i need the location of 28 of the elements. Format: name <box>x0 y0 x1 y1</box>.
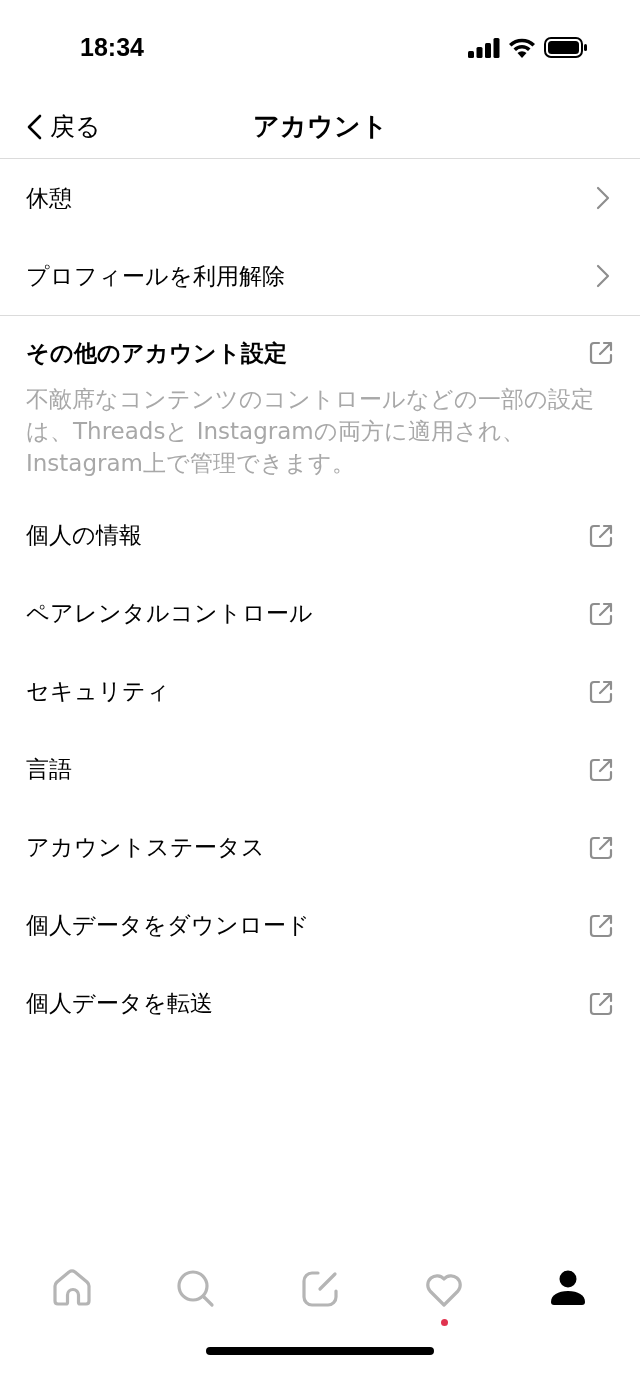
chevron-right-icon <box>596 264 610 288</box>
external-link-icon <box>588 834 614 861</box>
external-settings-row[interactable]: セキュリティ <box>0 652 640 731</box>
chevron-left-icon <box>26 113 42 140</box>
external-link-icon <box>588 678 614 705</box>
section-title: その他のアカウント設定 <box>26 339 287 368</box>
signal-icon <box>468 37 500 58</box>
external-settings-row[interactable]: ペアレンタルコントロール <box>0 574 640 653</box>
external-settings-row[interactable]: 個人データを転送 <box>0 964 640 1043</box>
chevron-right-icon <box>596 186 610 210</box>
external-link-icon <box>588 600 614 627</box>
external-link-icon <box>588 340 614 367</box>
page-title: アカウント <box>252 110 388 143</box>
external-settings-row[interactable]: 個人の情報 <box>0 496 640 575</box>
settings-row[interactable]: 休憩 <box>0 159 640 237</box>
settings-row[interactable]: プロフィールを利用解除 <box>0 237 640 315</box>
status-time: 18:34 <box>80 31 144 63</box>
external-settings-row[interactable]: アカウントステータス <box>0 808 640 887</box>
external-link-icon <box>588 522 614 549</box>
external-settings-row[interactable]: 個人データをダウンロード <box>0 886 640 965</box>
external-link-icon <box>588 990 614 1017</box>
external-link-icon <box>588 912 614 939</box>
back-button[interactable]: 戻る <box>0 107 101 146</box>
battery-icon <box>544 37 588 58</box>
section-description: 不敵席なコンテンツのコントロールなどの一部の設定は、Threadsと Instagramの両方に適用され、Instagram上で管理できます。 <box>25 384 595 478</box>
wifi-icon <box>508 37 536 58</box>
external-settings-row[interactable]: 言語 <box>0 730 640 809</box>
external-link-icon <box>588 756 614 783</box>
